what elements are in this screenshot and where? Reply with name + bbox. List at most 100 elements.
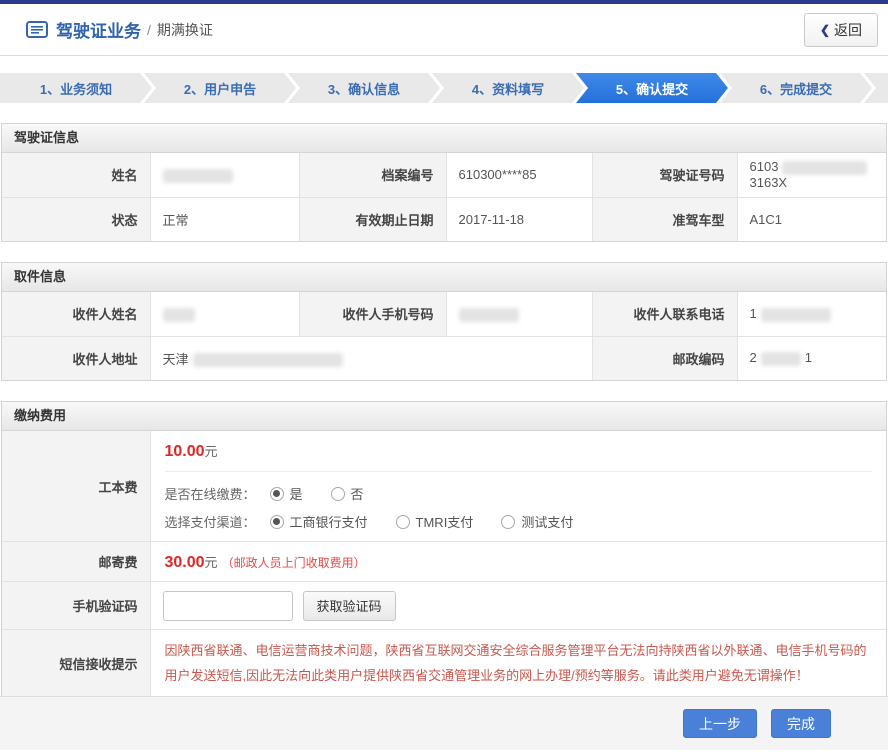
back-button[interactable]: ❮ 返回 <box>804 13 878 47</box>
postal-code-prefix: 2 <box>750 350 757 365</box>
radio-label: TMRI支付 <box>416 512 474 531</box>
field-label: 收件人联系电话 <box>592 292 737 336</box>
radio-channel-icbc[interactable]: 工商银行支付 <box>270 512 368 531</box>
radio-icon <box>331 487 345 501</box>
table-row: 姓名 档案编号 610300****85 驾驶证号码 61033163X <box>2 153 886 197</box>
redacted-value <box>459 308 519 322</box>
step-tab-1[interactable]: 1、业务须知 <box>0 73 152 103</box>
recipient-mobile-value <box>446 292 592 336</box>
recipient-address-prefix: 天津 <box>163 352 189 367</box>
radio-label: 工商银行支付 <box>290 512 368 531</box>
status-value: 正常 <box>150 197 299 241</box>
mail-fee-unit: 元 <box>205 555 218 570</box>
table-row: 状态 正常 有效期止日期 2017-11-18 准驾车型 A1C1 <box>2 197 886 241</box>
radio-channel-tmri[interactable]: TMRI支付 <box>396 512 474 531</box>
page-header: 驾驶证业务 / 期满换证 ❮ 返回 <box>0 4 888 56</box>
redacted-value <box>782 161 867 175</box>
footer-action-bar: 上一步 完成 <box>0 696 888 750</box>
radio-online-no[interactable]: 否 <box>331 484 364 503</box>
step-tab-6[interactable]: 6、完成提交 <box>720 73 872 103</box>
base-fee-amount-line: 10.00元 <box>165 441 873 461</box>
field-label: 状态 <box>2 197 150 241</box>
mail-fee-note: （邮政人员上门收取费用） <box>222 556 366 570</box>
pickup-info-title: 取件信息 <box>2 263 886 292</box>
field-label: 手机验证码 <box>2 582 150 630</box>
base-fee-unit: 元 <box>205 444 218 459</box>
captcha-cell: 获取验证码 <box>150 582 886 630</box>
pickup-info-section: 取件信息 收件人姓名 收件人手机号码 收件人联系电话 1 收件人地址 天津 邮政… <box>1 262 887 381</box>
recipient-address-value: 天津 <box>150 336 592 380</box>
table-row: 工本费 10.00元 是否在线缴费： 是 否 <box>2 431 886 542</box>
field-label: 邮寄费 <box>2 542 150 582</box>
base-fee-cell: 10.00元 是否在线缴费： 是 否 选择支付渠道： <box>150 431 886 542</box>
vehicle-class-value: A1C1 <box>737 197 886 241</box>
redacted-value <box>163 169 233 183</box>
breadcrumb-current: 期满换证 <box>157 20 213 40</box>
back-button-label: 返回 <box>834 20 862 40</box>
captcha-input[interactable] <box>163 591 293 621</box>
license-info-table: 姓名 档案编号 610300****85 驾驶证号码 61033163X 状态 … <box>2 153 886 241</box>
license-number-suffix: 3163X <box>750 175 788 190</box>
step-tab-3[interactable]: 3、确认信息 <box>288 73 440 103</box>
finish-button[interactable]: 完成 <box>771 709 831 738</box>
table-row: 短信接收提示 因陕西省联通、电信运营商技术问题，陕西省互联网交通安全综合服务管理… <box>2 630 886 698</box>
license-number-prefix: 6103 <box>750 159 779 174</box>
pickup-info-table: 收件人姓名 收件人手机号码 收件人联系电话 1 收件人地址 天津 邮政编码 21 <box>2 292 886 380</box>
field-label: 驾驶证号码 <box>592 153 737 197</box>
page-title: 驾驶证业务 <box>56 17 141 42</box>
base-fee-amount: 10.00 <box>165 443 205 460</box>
radio-icon <box>396 515 410 529</box>
postal-code-value: 21 <box>737 336 886 380</box>
payment-section: 缴纳费用 工本费 10.00元 是否在线缴费： 是 否 <box>1 401 887 698</box>
redacted-value <box>761 352 801 366</box>
table-row: 邮寄费 30.00元 （邮政人员上门收取费用） <box>2 542 886 582</box>
field-label: 收件人地址 <box>2 336 150 380</box>
table-row: 收件人姓名 收件人手机号码 收件人联系电话 1 <box>2 292 886 336</box>
redacted-value <box>163 308 195 322</box>
field-label: 准驾车型 <box>592 197 737 241</box>
step-progress-bar: 1、业务须知 2、用户申告 3、确认信息 4、资料填写 5、确认提交 6、完成提… <box>0 73 888 103</box>
redacted-value <box>761 308 831 322</box>
field-label: 姓名 <box>2 153 150 197</box>
radio-label: 否 <box>351 484 364 503</box>
name-value <box>150 153 299 197</box>
recipient-name-value <box>150 292 299 336</box>
field-label: 档案编号 <box>299 153 446 197</box>
breadcrumb-separator: / <box>147 22 151 38</box>
recipient-phone-value: 1 <box>737 292 886 336</box>
sms-tip-cell: 因陕西省联通、电信运营商技术问题，陕西省互联网交通安全综合服务管理平台无法向持陕… <box>150 630 886 698</box>
archive-number-value: 610300****85 <box>446 153 592 197</box>
divider <box>165 471 873 472</box>
step-tab-5[interactable]: 5、确认提交 <box>576 73 728 103</box>
online-payment-question: 是否在线缴费： <box>165 484 256 503</box>
license-info-title: 驾驶证信息 <box>2 124 886 153</box>
radio-online-yes[interactable]: 是 <box>270 484 303 503</box>
radio-label: 测试支付 <box>521 512 573 531</box>
field-label: 工本费 <box>2 431 150 542</box>
radio-icon <box>270 515 284 529</box>
payment-title: 缴纳费用 <box>2 402 886 431</box>
payment-table: 工本费 10.00元 是否在线缴费： 是 否 <box>2 431 886 697</box>
mail-fee-amount: 30.00 <box>165 554 205 571</box>
license-info-section: 驾驶证信息 姓名 档案编号 610300****85 驾驶证号码 6103316… <box>1 123 887 242</box>
get-captcha-button[interactable]: 获取验证码 <box>303 591 396 621</box>
radio-channel-test[interactable]: 测试支付 <box>501 512 573 531</box>
chevron-left-icon: ❮ <box>820 23 830 37</box>
online-payment-question-row: 是否在线缴费： 是 否 <box>165 484 873 503</box>
radio-label: 是 <box>290 484 303 503</box>
postal-code-suffix: 1 <box>805 350 812 365</box>
payment-channel-question-row: 选择支付渠道： 工商银行支付 TMRI支付 测试支付 <box>165 512 873 531</box>
field-label: 有效期止日期 <box>299 197 446 241</box>
redacted-value <box>193 353 343 367</box>
table-row: 收件人地址 天津 邮政编码 21 <box>2 336 886 380</box>
field-label: 收件人手机号码 <box>299 292 446 336</box>
field-label: 收件人姓名 <box>2 292 150 336</box>
step-tab-2[interactable]: 2、用户申告 <box>144 73 296 103</box>
mail-fee-cell: 30.00元 （邮政人员上门收取费用） <box>150 542 886 582</box>
previous-step-button[interactable]: 上一步 <box>683 709 757 738</box>
radio-icon <box>501 515 515 529</box>
field-label: 短信接收提示 <box>2 630 150 698</box>
step-tab-4[interactable]: 4、资料填写 <box>432 73 584 103</box>
radio-icon <box>270 487 284 501</box>
recipient-phone-prefix: 1 <box>750 306 757 321</box>
